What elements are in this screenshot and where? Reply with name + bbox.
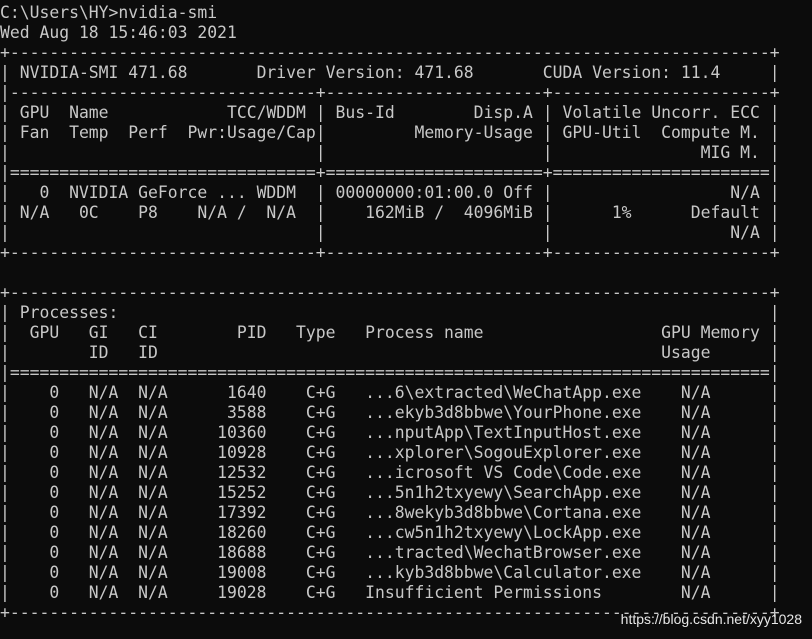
terminal-line: C:\Users\HY>nvidia-smi xyxy=(0,3,218,22)
terminal-line: | GPU Name TCC/WDDM | Bus-Id Disp.A | Vo… xyxy=(0,103,780,122)
terminal-line: | Processes: | xyxy=(0,303,780,322)
terminal-line: | 0 N/A N/A 15252 C+G ...5n1h2txyewy\Sea… xyxy=(0,483,780,502)
terminal-line: +---------------------------------------… xyxy=(0,283,780,302)
terminal-line: | 0 N/A N/A 17392 C+G ...8wekyb3d8bbwe\C… xyxy=(0,503,780,522)
terminal-line: | N/A 0C P8 N/A / N/A | 162MiB / 4096MiB… xyxy=(0,203,780,222)
terminal-line: | NVIDIA-SMI 471.68 Driver Version: 471.… xyxy=(0,63,780,82)
terminal-line: | 0 N/A N/A 19008 C+G ...kyb3d8bbwe\Calc… xyxy=(0,563,780,582)
terminal-line: | 0 N/A N/A 19028 C+G Insufficient Permi… xyxy=(0,583,780,602)
terminal-line: +-------------------------------+-------… xyxy=(0,243,780,262)
terminal-line: +---------------------------------------… xyxy=(0,43,780,62)
terminal-line: | 0 N/A N/A 1640 C+G ...6\extracted\WeCh… xyxy=(0,383,780,402)
terminal-output: C:\Users\HY>nvidia-smi Wed Aug 18 15:46:0… xyxy=(0,3,780,623)
terminal-line: | 0 N/A N/A 12532 C+G ...icrosoft VS Cod… xyxy=(0,463,780,482)
terminal-line: |=======================================… xyxy=(0,363,780,382)
terminal-line: | GPU GI CI PID Type Process name GPU Me… xyxy=(0,323,780,342)
terminal-line: | 0 N/A N/A 3588 C+G ...ekyb3d8bbwe\Your… xyxy=(0,403,780,422)
terminal-line: | 0 N/A N/A 18688 C+G ...tracted\WechatB… xyxy=(0,543,780,562)
terminal-line: | Fan Temp Perf Pwr:Usage/Cap| Memory-Us… xyxy=(0,123,780,142)
watermark-text: https://blog.csdn.net/xyy1028 xyxy=(620,611,802,627)
terminal-line: Wed Aug 18 15:46:03 2021 xyxy=(0,23,237,42)
terminal-line: | | | MIG M. | xyxy=(0,143,780,162)
terminal-line: | 0 N/A N/A 10360 C+G ...nputApp\TextInp… xyxy=(0,423,780,442)
terminal-line: |-------------------------------+-------… xyxy=(0,83,780,102)
terminal-line: | 0 N/A N/A 10928 C+G ...xplorer\SogouEx… xyxy=(0,443,780,462)
terminal-line: | 0 NVIDIA GeForce ... WDDM | 00000000:0… xyxy=(0,183,780,202)
terminal-line: |===============================+=======… xyxy=(0,163,780,182)
terminal-line: | 0 N/A N/A 18260 C+G ...cw5n1h2txyewy\L… xyxy=(0,523,780,542)
terminal-line: | | | N/A | xyxy=(0,223,780,242)
terminal-line: | ID ID Usage | xyxy=(0,343,780,362)
